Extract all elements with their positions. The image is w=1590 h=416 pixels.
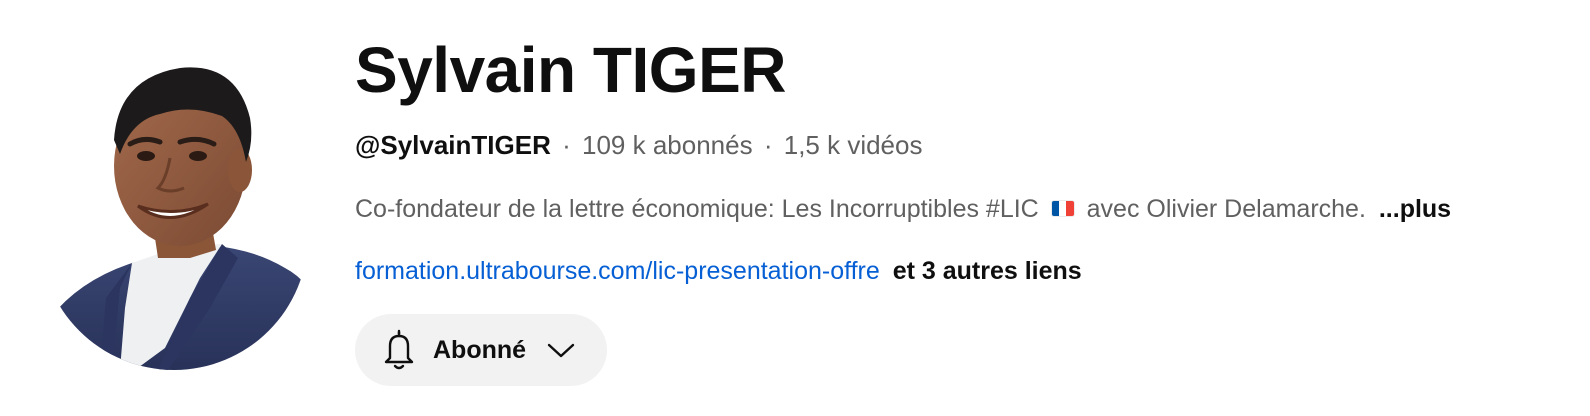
avatar-image <box>40 58 308 370</box>
channel-primary-link[interactable]: formation.ultrabourse.com/lic-presentati… <box>355 257 880 285</box>
separator-dot: · <box>562 130 571 160</box>
channel-meta: @SylvainTIGER · 109 k abonnés · 1,5 k vi… <box>355 128 922 162</box>
separator-dot: · <box>763 130 773 160</box>
france-flag-icon <box>1051 201 1074 216</box>
channel-links: formation.ultrabourse.com/lic-presentati… <box>355 254 1082 288</box>
chevron-down-icon <box>547 343 575 358</box>
channel-description[interactable]: Co-fondateur de la lettre économique: Le… <box>355 192 1451 226</box>
channel-avatar[interactable] <box>40 58 308 370</box>
channel-handle: @SylvainTIGER <box>355 130 551 160</box>
subscribed-button[interactable]: Abonné <box>355 314 607 386</box>
channel-name: Sylvain TIGER <box>355 34 786 106</box>
subscriber-count: 109 k abonnés <box>582 130 753 160</box>
description-text-continued: avec Olivier Delamarche. <box>1086 195 1366 223</box>
subscribed-label: Abonné <box>433 335 527 364</box>
description-text: Co-fondateur de la lettre économique: Le… <box>355 195 1039 223</box>
video-count: 1,5 k vidéos <box>783 130 923 160</box>
more-button[interactable]: ...plus <box>1379 195 1451 223</box>
other-links-button[interactable]: et 3 autres liens <box>893 257 1082 285</box>
bell-icon <box>384 329 414 370</box>
